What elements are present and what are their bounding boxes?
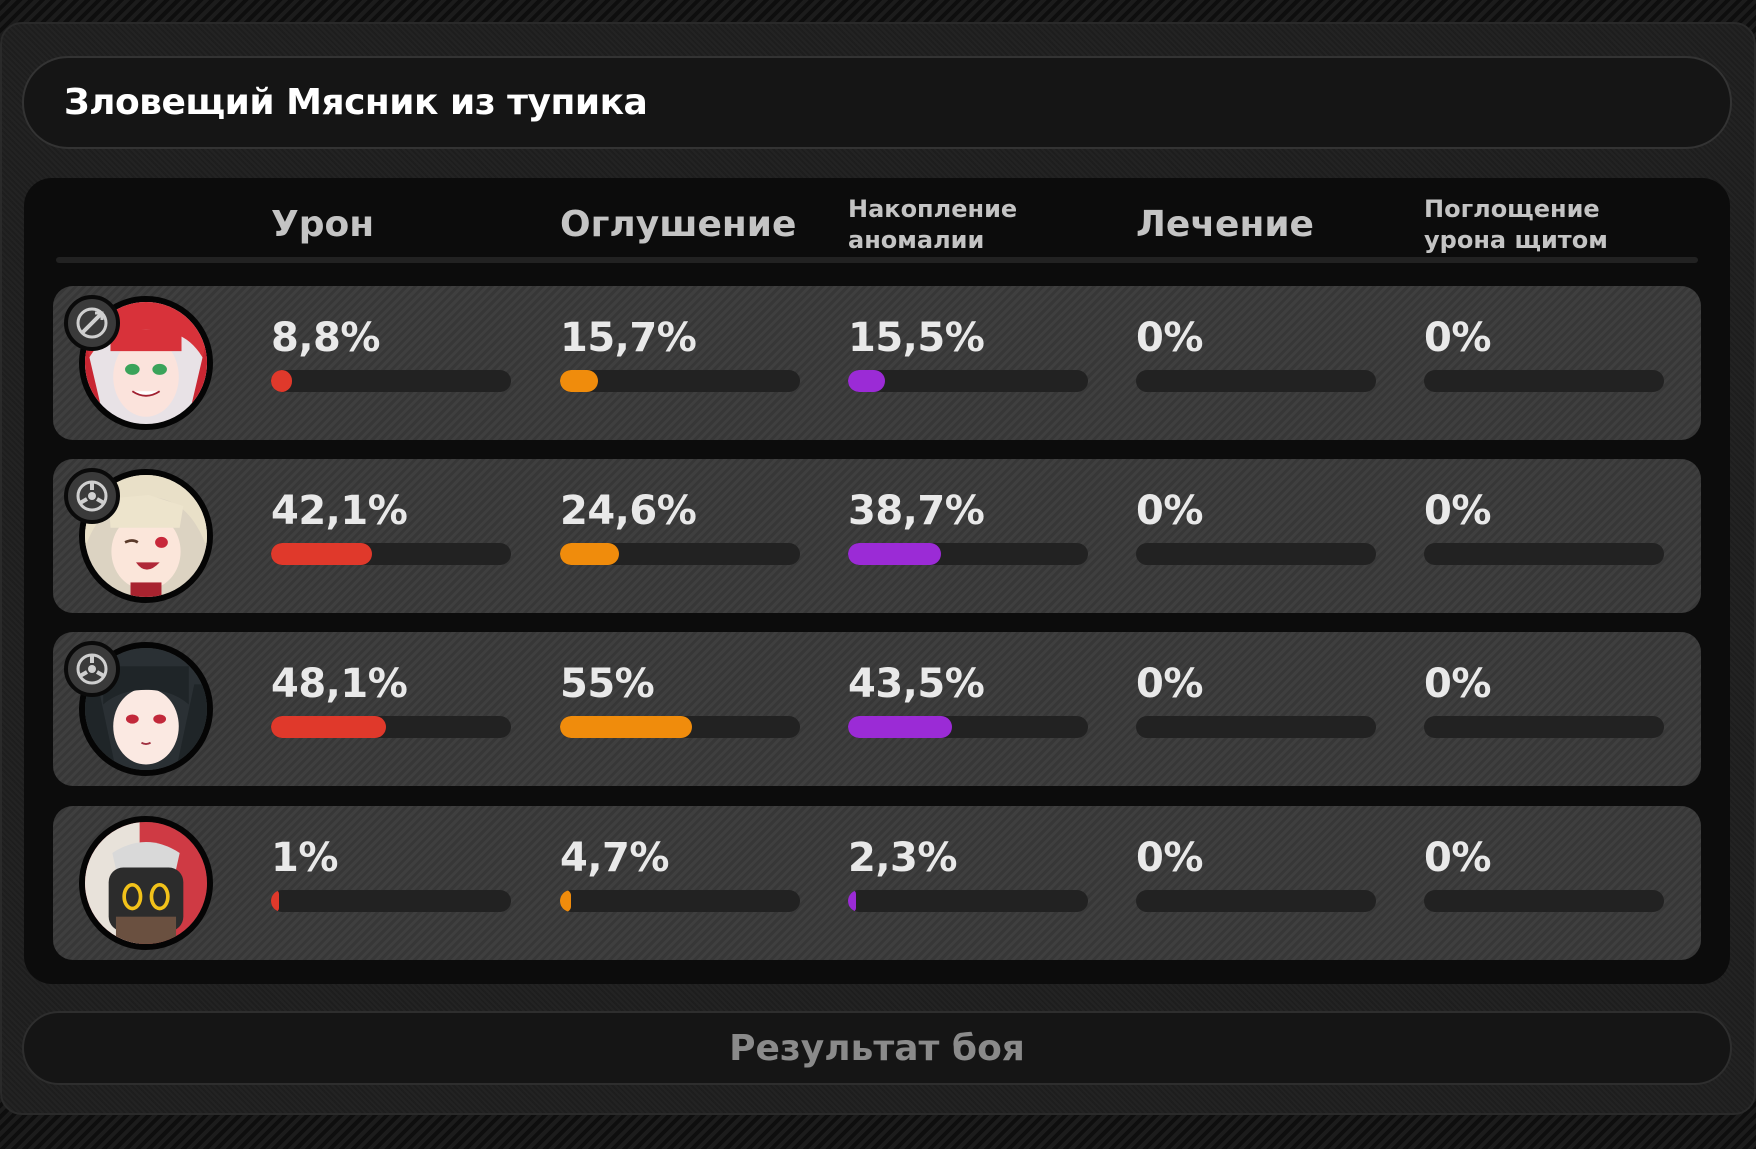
column-header-shield: Поглощение урона щитом <box>1424 194 1608 256</box>
attack-type-icon <box>64 295 120 351</box>
damage-stat: 48,1% <box>271 660 511 738</box>
shield-value: 0% <box>1424 835 1491 881</box>
shield-bar <box>1424 543 1664 565</box>
shield-stat: 0% <box>1424 314 1664 392</box>
anomaly-stat: 38,7% <box>848 487 1088 565</box>
shield-value: 0% <box>1424 315 1491 361</box>
battle-result-label: Результат боя <box>729 1027 1025 1069</box>
anomaly-bar-fill <box>848 890 856 912</box>
daze-bar-fill <box>560 890 571 912</box>
healing-stat: 0% <box>1136 314 1376 392</box>
daze-bar <box>560 370 800 392</box>
healing-stat: 0% <box>1136 660 1376 738</box>
anomaly-type-icon <box>64 468 120 524</box>
daze-stat: 24,6% <box>560 487 800 565</box>
column-header-healing: Лечение <box>1136 204 1314 245</box>
table-row: 8,8% 15,7% 15,5% 0% 0% <box>53 286 1701 440</box>
healing-value: 0% <box>1136 315 1203 361</box>
damage-bar <box>271 716 511 738</box>
daze-bar <box>560 716 800 738</box>
healing-stat: 0% <box>1136 487 1376 565</box>
damage-value: 48,1% <box>271 661 408 707</box>
daze-stat: 4,7% <box>560 834 800 912</box>
table-row: 42,1% 24,6% 38,7% 0% 0% <box>53 459 1701 613</box>
daze-value: 4,7% <box>560 835 669 881</box>
table-row: 48,1% 55% 43,5% 0% 0% <box>53 632 1701 786</box>
shield-bar <box>1424 716 1664 738</box>
daze-value: 15,7% <box>560 315 697 361</box>
daze-bar-fill <box>560 716 692 738</box>
anomaly-value: 38,7% <box>848 488 985 534</box>
column-header-anomaly: Накопление аномалии <box>848 194 1017 256</box>
daze-value: 55% <box>560 661 655 707</box>
anomaly-bar <box>848 543 1088 565</box>
damage-stat: 1% <box>271 834 511 912</box>
anomaly-stat: 15,5% <box>848 314 1088 392</box>
damage-bar <box>271 543 511 565</box>
shield-value: 0% <box>1424 661 1491 707</box>
healing-bar <box>1136 543 1376 565</box>
anomaly-stat: 43,5% <box>848 660 1088 738</box>
damage-bar-fill <box>271 890 279 912</box>
anomaly-bar-fill <box>848 543 941 565</box>
anomaly-type-icon <box>64 641 120 697</box>
anomaly-bar <box>848 890 1088 912</box>
daze-stat: 55% <box>560 660 800 738</box>
anomaly-value: 15,5% <box>848 315 985 361</box>
column-header-damage: Урон <box>271 204 375 245</box>
daze-value: 24,6% <box>560 488 697 534</box>
anomaly-bar <box>848 370 1088 392</box>
damage-value: 42,1% <box>271 488 408 534</box>
daze-bar-fill <box>560 543 619 565</box>
damage-bar-fill <box>271 543 372 565</box>
damage-value: 8,8% <box>271 315 380 361</box>
damage-value: 1% <box>271 835 338 881</box>
anomaly-stat: 2,3% <box>848 834 1088 912</box>
table-row: 1% 4,7% 2,3% 0% 0% <box>53 806 1701 960</box>
anomaly-bar-fill <box>848 716 952 738</box>
column-header-anomaly-line2: аномалии <box>848 226 985 254</box>
anomaly-value: 2,3% <box>848 835 957 881</box>
anomaly-bar-fill <box>848 370 885 392</box>
anomaly-value: 43,5% <box>848 661 985 707</box>
daze-bar <box>560 890 800 912</box>
daze-bar <box>560 543 800 565</box>
header-divider <box>56 257 1698 263</box>
bangboo-portrait[interactable] <box>79 816 213 950</box>
shield-value: 0% <box>1424 488 1491 534</box>
healing-value: 0% <box>1136 661 1203 707</box>
daze-stat: 15,7% <box>560 314 800 392</box>
healing-bar <box>1136 370 1376 392</box>
healing-value: 0% <box>1136 488 1203 534</box>
shield-bar <box>1424 890 1664 912</box>
healing-value: 0% <box>1136 835 1203 881</box>
battle-result-button[interactable]: Результат боя <box>22 1011 1732 1085</box>
page-title: Зловещий Мясник из тупика <box>64 82 648 123</box>
damage-stat: 42,1% <box>271 487 511 565</box>
shield-stat: 0% <box>1424 660 1664 738</box>
damage-bar-fill <box>271 716 386 738</box>
healing-bar <box>1136 890 1376 912</box>
healing-bar <box>1136 716 1376 738</box>
daze-bar-fill <box>560 370 598 392</box>
damage-bar <box>271 890 511 912</box>
anomaly-bar <box>848 716 1088 738</box>
damage-bar <box>271 370 511 392</box>
column-header-daze: Оглушение <box>560 204 797 245</box>
damage-bar-fill <box>271 370 292 392</box>
column-header-shield-line2: урона щитом <box>1424 226 1608 254</box>
shield-stat: 0% <box>1424 487 1664 565</box>
damage-stat: 8,8% <box>271 314 511 392</box>
shield-stat: 0% <box>1424 834 1664 912</box>
column-header-shield-line1: Поглощение <box>1424 195 1600 223</box>
healing-stat: 0% <box>1136 834 1376 912</box>
shield-bar <box>1424 370 1664 392</box>
title-bar: Зловещий Мясник из тупика <box>22 56 1732 149</box>
column-header-anomaly-line1: Накопление <box>848 195 1018 223</box>
